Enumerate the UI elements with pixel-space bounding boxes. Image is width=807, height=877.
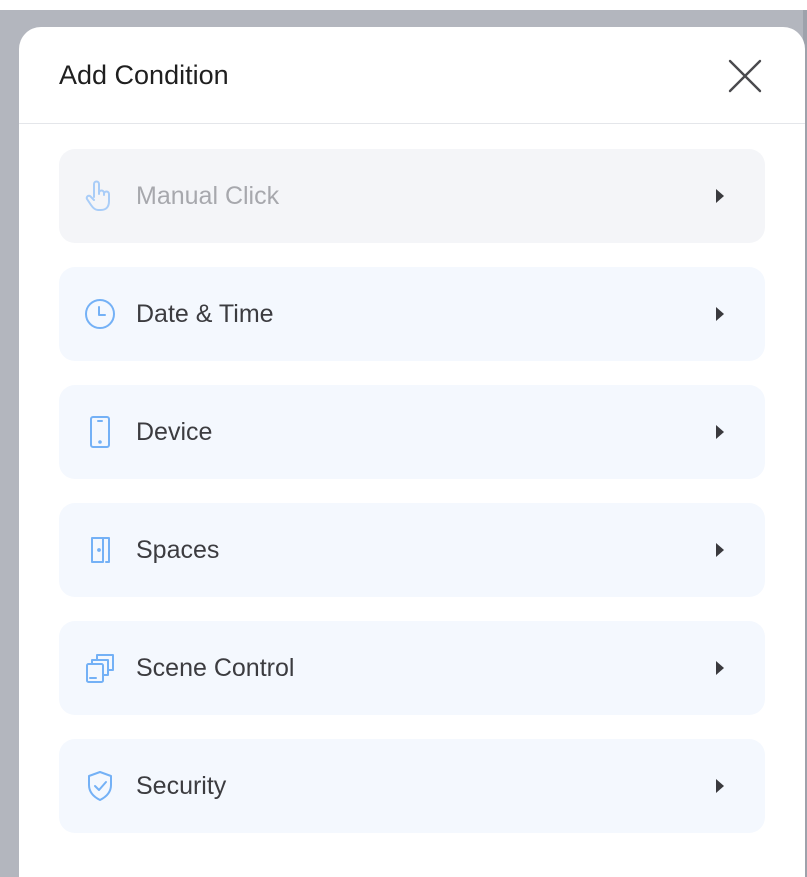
close-button[interactable] <box>727 58 763 94</box>
chevron-right-icon <box>715 541 725 559</box>
chevron-right-icon <box>715 305 725 323</box>
add-condition-dialog: Add Condition Manual Click Date & Time D… <box>19 27 805 877</box>
option-label: Spaces <box>136 536 220 564</box>
option-device[interactable]: Device <box>59 385 765 479</box>
option-label: Scene Control <box>136 654 295 682</box>
chevron-right-icon <box>715 187 725 205</box>
option-date-time[interactable]: Date & Time <box>59 267 765 361</box>
option-manual-click[interactable]: Manual Click <box>59 149 765 243</box>
close-icon <box>728 59 762 93</box>
shield-icon <box>83 769 117 803</box>
dialog-title: Add Condition <box>59 60 229 90</box>
option-label: Date & Time <box>136 300 274 328</box>
chevron-right-icon <box>715 659 725 677</box>
option-security[interactable]: Security <box>59 739 765 833</box>
clock-icon <box>83 297 117 331</box>
window-top-strip <box>0 0 807 10</box>
option-spaces[interactable]: Spaces <box>59 503 765 597</box>
chevron-right-icon <box>715 423 725 441</box>
scene-icon <box>83 651 117 685</box>
hand-pointer-icon <box>83 179 117 213</box>
option-label: Manual Click <box>136 182 280 210</box>
option-label: Device <box>136 418 213 446</box>
option-label: Security <box>136 772 227 800</box>
option-scene-control[interactable]: Scene Control <box>59 621 765 715</box>
phone-icon <box>83 415 117 449</box>
dialog-header: Add Condition <box>19 27 805 124</box>
chevron-right-icon <box>715 777 725 795</box>
door-icon <box>83 533 117 567</box>
condition-option-list: Manual Click Date & Time Device Spaces S… <box>59 149 765 857</box>
